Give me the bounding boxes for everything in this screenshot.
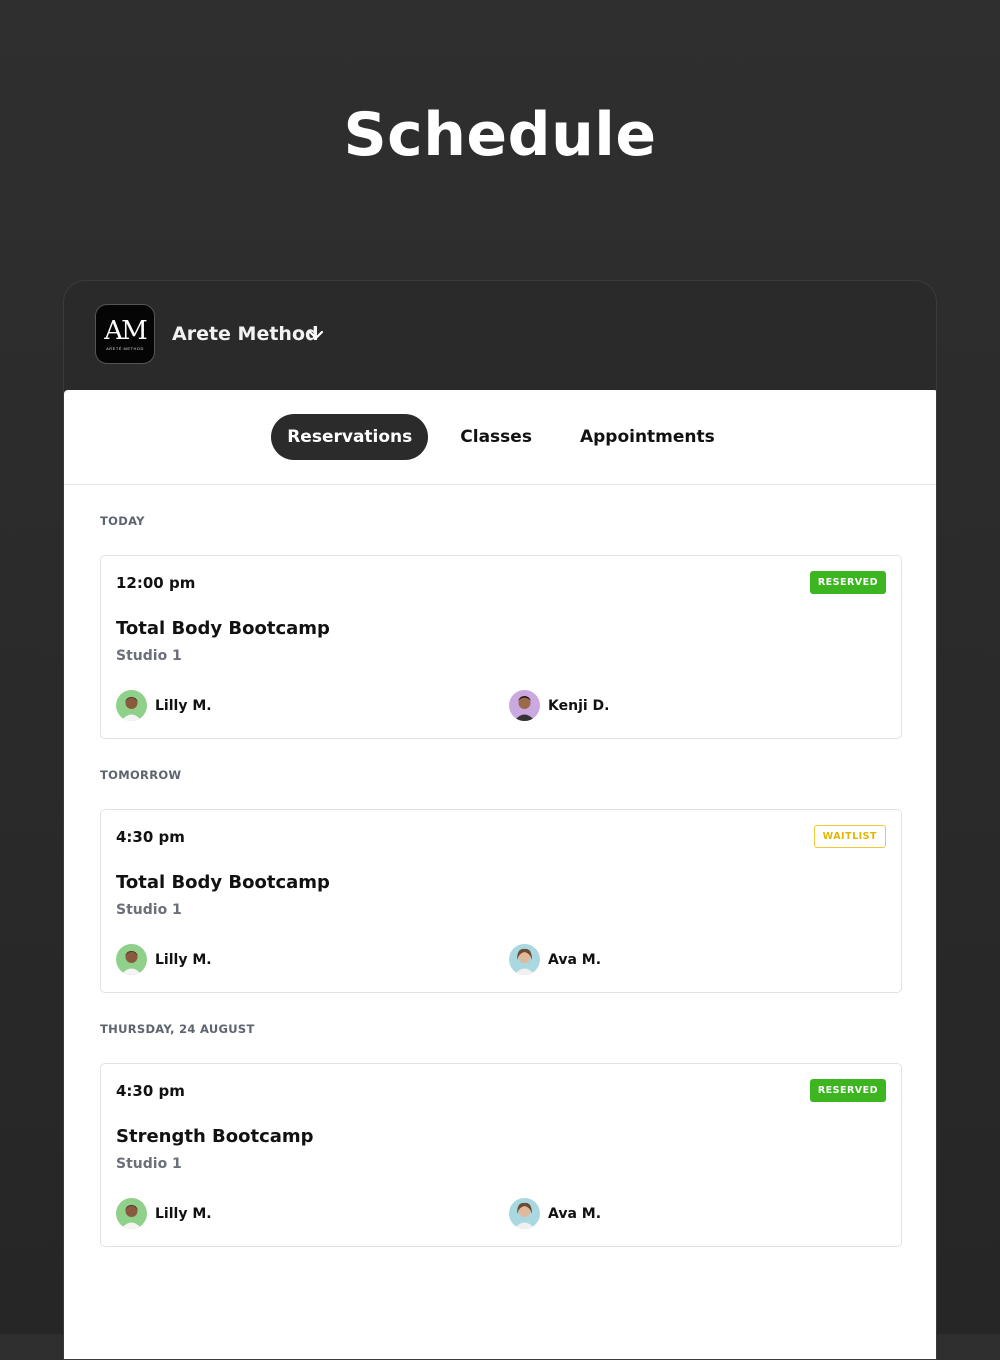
class-room: Studio 1: [116, 1156, 182, 1172]
top-bar: AM ARETÉ METHOD Arete Method: [64, 281, 936, 389]
reservation-card[interactable]: 4:30 pm WAITLIST Total Body Bootcamp Stu…: [100, 809, 902, 993]
tab-appointments[interactable]: Appointments: [564, 414, 731, 460]
tab-bar: Reservations Classes Appointments: [64, 390, 936, 485]
class-room: Studio 1: [116, 902, 182, 918]
class-time: 4:30 pm: [116, 828, 185, 846]
attendee-name: Ava M.: [548, 951, 602, 968]
attendee: Kenji D.: [509, 690, 609, 721]
avatar: [116, 690, 147, 721]
attendee: Lilly M.: [116, 944, 212, 975]
avatar: [116, 944, 147, 975]
class-title: Total Body Bootcamp: [116, 872, 330, 893]
reservation-card[interactable]: 4:30 pm RESERVED Strength Bootcamp Studi…: [100, 1063, 902, 1247]
logo-mark: AM: [104, 315, 147, 346]
status-badge: RESERVED: [809, 1079, 886, 1102]
attendee: Lilly M.: [116, 690, 212, 721]
page-title: Schedule: [343, 100, 657, 170]
attendee-name: Lilly M.: [155, 951, 212, 968]
reservation-card[interactable]: 12:00 pm RESERVED Total Body Bootcamp St…: [100, 555, 902, 739]
schedule-panel: Reservations Classes Appointments TODAY …: [64, 390, 936, 1359]
class-time: 12:00 pm: [116, 574, 196, 592]
attendee-name: Lilly M.: [155, 1205, 212, 1222]
attendee-name: Ava M.: [548, 1205, 602, 1222]
avatar: [509, 944, 540, 975]
logo-subtext: ARETÉ METHOD: [106, 345, 144, 351]
studio-logo[interactable]: AM ARETÉ METHOD: [95, 304, 155, 364]
attendee: Lilly M.: [116, 1198, 212, 1229]
avatar: [116, 1198, 147, 1229]
section-label-tomorrow: TOMORROW: [100, 768, 182, 782]
class-time: 4:30 pm: [116, 1082, 185, 1100]
class-room: Studio 1: [116, 648, 182, 664]
class-title: Total Body Bootcamp: [116, 618, 330, 639]
class-title: Strength Bootcamp: [116, 1126, 314, 1147]
avatar: [509, 690, 540, 721]
attendee: Ava M.: [509, 1198, 601, 1229]
studio-selector-label[interactable]: Arete Method: [172, 323, 319, 345]
section-label-thursday: THURSDAY, 24 AUGUST: [100, 1022, 255, 1036]
status-badge: RESERVED: [809, 571, 886, 594]
attendee-name: Lilly M.: [155, 697, 212, 714]
avatar: [509, 1198, 540, 1229]
app-window: AM ARETÉ METHOD Arete Method Reservation…: [63, 280, 937, 1360]
tab-classes[interactable]: Classes: [444, 414, 548, 460]
chevron-down-icon[interactable]: [307, 326, 325, 344]
attendee: Ava M.: [509, 944, 601, 975]
tab-reservations[interactable]: Reservations: [271, 414, 429, 460]
status-badge: WAITLIST: [813, 825, 886, 848]
attendee-name: Kenji D.: [548, 697, 610, 714]
section-label-today: TODAY: [100, 514, 145, 528]
